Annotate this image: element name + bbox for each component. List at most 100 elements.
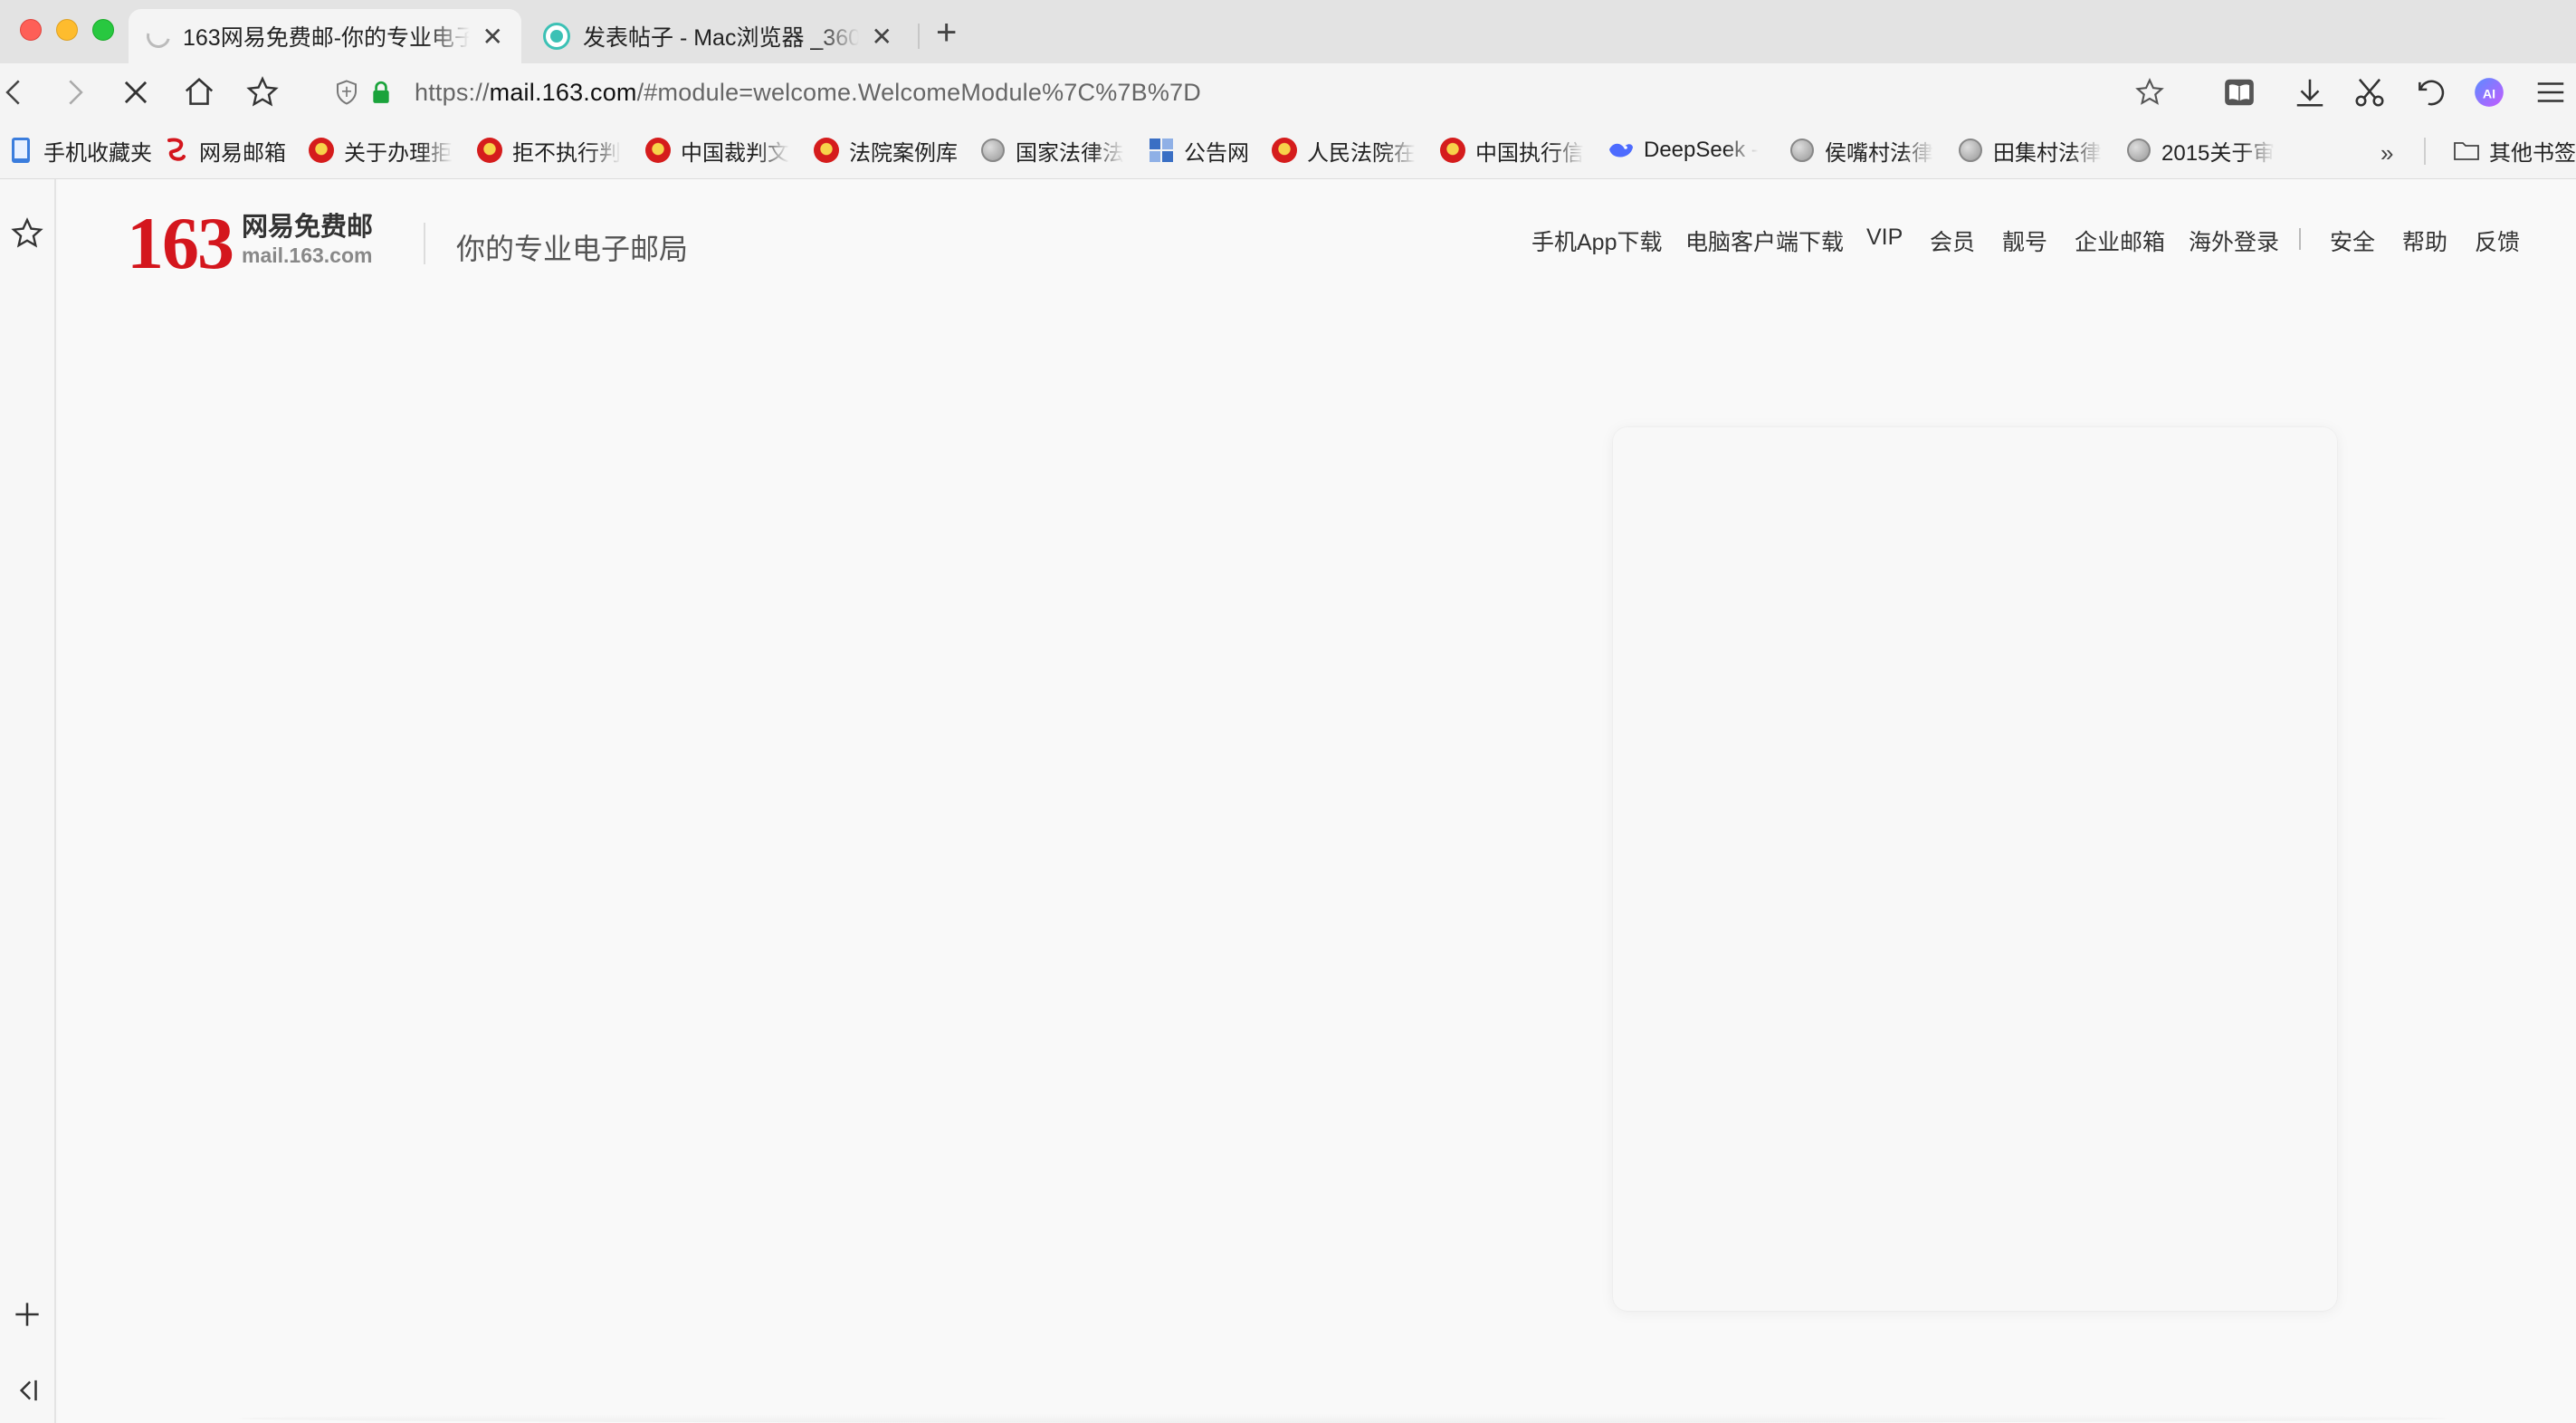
loading-spinner-icon	[142, 20, 175, 53]
bookmark-item[interactable]: 田集村法律	[1957, 134, 2107, 167]
close-tab-icon[interactable]: ✕	[482, 22, 503, 52]
folder-icon	[2453, 137, 2480, 164]
nav-app-download[interactable]: 手机App下载	[1531, 224, 1662, 257]
bookmark-button[interactable]	[243, 72, 282, 112]
tab-title: 163网易免费邮-你的专业电子邮局	[183, 25, 470, 51]
plus-icon	[15, 1303, 39, 1326]
bookmark-item[interactable]: 中国裁判文	[644, 134, 795, 167]
globe-icon	[2125, 137, 2152, 164]
collapse-panel-icon	[19, 1380, 37, 1401]
home-button[interactable]	[179, 72, 219, 112]
reader-mode-button[interactable]	[2219, 72, 2259, 112]
bookmark-item[interactable]: 侯嘴村法律	[1789, 134, 1939, 167]
close-icon	[124, 81, 148, 104]
bookmark-item[interactable]: 关于办理拒	[308, 134, 453, 167]
nav-vip[interactable]: VIP	[1866, 224, 1903, 251]
globe-icon	[1957, 137, 1984, 164]
emblem-icon	[308, 137, 335, 164]
bookmarks-divider	[2424, 138, 2426, 165]
bookmark-item[interactable]: 中国执行信	[1439, 134, 1589, 167]
ai-assistant-button[interactable]: AI	[2469, 72, 2509, 112]
bookmarks-bar: 手机收藏夹 网易邮箱 关于办理拒 拒不执行判 中国裁判文 法院案例库 国家法律法	[0, 121, 2576, 179]
bookmark-item[interactable]: 公告网	[1148, 134, 1249, 167]
grid-icon	[1148, 137, 1175, 164]
emblem-icon	[1439, 137, 1466, 164]
minimize-window-button[interactable]	[56, 19, 78, 41]
url-text[interactable]: https://mail.163.com/#module=welcome.Wel…	[415, 79, 1201, 107]
nav-security[interactable]: 安全	[2330, 224, 2375, 257]
footer-shadow	[239, 1414, 2447, 1423]
nav-divider	[2299, 228, 2301, 250]
bookmark-item[interactable]: 2015关于审	[2125, 134, 2285, 167]
nav-enterprise-mail[interactable]: 企业邮箱	[2075, 224, 2165, 257]
360-icon	[543, 23, 570, 50]
back-button[interactable]	[0, 72, 34, 112]
emblem-icon	[476, 137, 503, 164]
star-icon[interactable]	[2134, 77, 2165, 108]
menu-button[interactable]	[2531, 72, 2571, 112]
star-icon	[11, 217, 43, 248]
top-nav: 手机App下载 电脑客户端下载 VIP 会员 靓号 企业邮箱 海外登录 安全 帮…	[58, 224, 2576, 261]
new-tab-button[interactable]: +	[936, 13, 957, 53]
address-bar[interactable]: https://mail.163.com/#module=welcome.Wel…	[304, 69, 2198, 116]
ai-icon: AI	[2475, 78, 2504, 107]
tab-strip: 163网易免费邮-你的专业电子邮局 ✕ 发表帖子 - Mac浏览器 _360社区…	[0, 0, 2576, 63]
nav-premium-number[interactable]: 靓号	[2002, 224, 2047, 257]
url-path: /#module=welcome.WelcomeModule%7C%7B%7D	[636, 78, 1201, 106]
bookmark-item[interactable]: 拒不执行判	[476, 134, 621, 167]
page-content: 163 网易免费邮 mail.163.com 你的专业电子邮局 手机App下载 …	[58, 179, 2576, 1423]
close-tab-icon[interactable]: ✕	[872, 22, 892, 52]
phone-icon	[7, 137, 34, 164]
close-window-button[interactable]	[20, 19, 42, 41]
other-bookmarks-folder[interactable]: 其他书签	[2453, 134, 2576, 167]
screenshot-button[interactable]	[2350, 72, 2390, 112]
bookmarks-overflow-button[interactable]: »	[2380, 139, 2393, 167]
lock-icon[interactable]	[371, 81, 391, 104]
url-host: mail.163.com	[489, 78, 637, 106]
window-controls	[20, 19, 114, 41]
svg-text:AI: AI	[2483, 87, 2495, 101]
bookmark-item[interactable]: 法院案例库	[813, 134, 958, 167]
nav-member[interactable]: 会员	[1930, 224, 1975, 257]
bookmark-item[interactable]: 国家法律法	[979, 134, 1128, 167]
nav-help[interactable]: 帮助	[2402, 224, 2447, 257]
chevron-right-icon	[69, 80, 83, 105]
undo-icon	[2419, 80, 2445, 106]
bookmark-item[interactable]: 手机收藏夹	[7, 134, 152, 167]
deepseek-icon	[1608, 137, 1635, 164]
bookmark-item[interactable]: DeepSeek -	[1608, 134, 1767, 167]
download-icon	[2296, 79, 2323, 107]
emblem-icon	[644, 137, 672, 164]
book-icon	[2225, 79, 2254, 106]
emblem-icon	[813, 137, 840, 164]
shield-icon[interactable]	[333, 79, 360, 106]
browser-window: 163网易免费邮-你的专业电子邮局 ✕ 发表帖子 - Mac浏览器 _360社区…	[0, 0, 2576, 1423]
netease-icon	[163, 137, 190, 164]
side-favorites-button[interactable]	[5, 212, 49, 255]
tab-divider	[918, 24, 920, 49]
hamburger-menu-icon	[2537, 82, 2564, 102]
nav-client-download[interactable]: 电脑客户端下载	[1685, 224, 1844, 257]
globe-icon	[1789, 137, 1816, 164]
nav-overseas-login[interactable]: 海外登录	[2189, 224, 2279, 257]
maximize-window-button[interactable]	[92, 19, 114, 41]
star-icon	[246, 76, 279, 107]
login-panel	[1613, 427, 2337, 1311]
home-icon	[185, 78, 214, 105]
emblem-icon	[1271, 137, 1298, 164]
side-collapse-button[interactable]	[5, 1369, 49, 1412]
undo-close-tab-button[interactable]	[2411, 72, 2451, 112]
tab-360-community[interactable]: 发表帖子 - Mac浏览器 _360社区 ✕	[525, 9, 911, 63]
stop-loading-button[interactable]	[116, 72, 156, 112]
bookmark-item[interactable]: 网易邮箱	[163, 134, 286, 167]
bookmark-item[interactable]: 人民法院在	[1271, 134, 1421, 167]
tab-163-mail[interactable]: 163网易免费邮-你的专业电子邮局 ✕	[129, 9, 521, 63]
tab-title: 发表帖子 - Mac浏览器 _360社区	[583, 25, 859, 51]
side-add-button[interactable]	[5, 1293, 49, 1336]
url-scheme: https://	[415, 78, 490, 106]
nav-feedback[interactable]: 反馈	[2475, 224, 2520, 257]
chevron-left-icon	[5, 80, 20, 105]
downloads-button[interactable]	[2290, 72, 2330, 112]
toolbar: https://mail.163.com/#module=welcome.Wel…	[0, 63, 2576, 121]
forward-button[interactable]	[54, 72, 94, 112]
